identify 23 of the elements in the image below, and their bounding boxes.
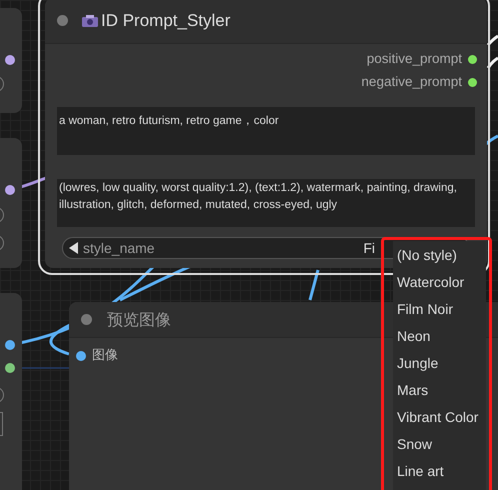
wire [22,367,69,369]
menu-item[interactable]: Line art [397,458,486,485]
left-arrow-icon [69,242,79,254]
node-title: ID Prompt_Styler [101,10,230,32]
output-label: positive_prompt [366,50,462,68]
menu-item[interactable]: Jungle [397,350,486,377]
node-title: 预览图像 [107,308,171,330]
wire [486,34,498,46]
wire [486,56,498,69]
combo-label: style_name [83,238,155,258]
camera-icon [81,14,99,28]
text-area[interactable]: (lowres, low quality, worst quality:1.2), (text:1.2), watermark, painting, drawing, illustration, glitch, deformed, mutated, cross-eyed, ugly [57,179,475,227]
text-area[interactable]: a woman, retro futurism, retro game，color [57,107,475,155]
menu-item[interactable]: Snow [397,431,486,458]
combo-value: Fi [363,238,375,258]
input-label: 图像 [92,347,118,365]
menu-item[interactable]: Vibrant Color [397,404,486,431]
menu-item[interactable]: Neon [397,323,486,350]
menu-item[interactable]: Film Noir [397,296,486,323]
menu-item[interactable]: Mars [397,377,486,404]
menu-item[interactable]: Watercolor [397,269,486,296]
wire [308,270,320,300]
output-label: negative_prompt [361,72,462,91]
